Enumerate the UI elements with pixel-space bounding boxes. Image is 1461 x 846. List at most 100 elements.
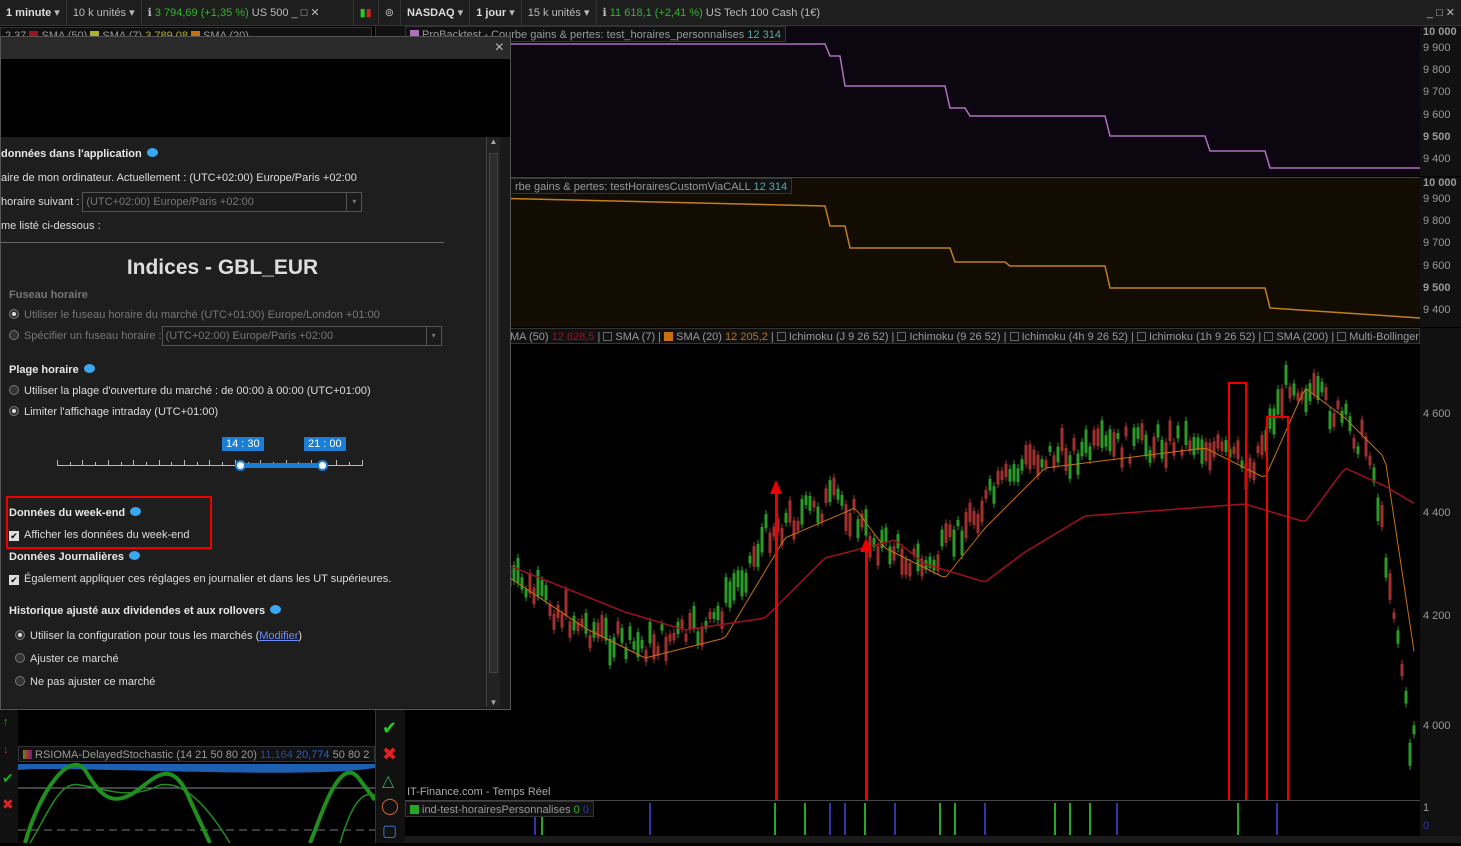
candle-body	[536, 569, 540, 597]
cross-icon[interactable]: ✖	[382, 744, 397, 765]
dialog-body: données dans l'application aire de mon o…	[1, 137, 486, 707]
candle-body	[520, 577, 524, 590]
indicator-axis: 10	[1420, 800, 1461, 836]
candle-body	[1376, 497, 1380, 521]
candle-body	[1124, 426, 1128, 437]
rectangle-icon[interactable]: ▢	[382, 821, 397, 841]
candle-body	[888, 546, 892, 565]
candle-body	[1200, 439, 1204, 464]
tz-select-2[interactable]: (UTC+02:00) Europe/Paris +02:00 ▾	[161, 326, 442, 346]
candle-body	[968, 502, 972, 523]
check-icon[interactable]: ✔	[382, 718, 397, 739]
range-start-handle[interactable]	[235, 460, 246, 471]
candle-body	[1392, 612, 1396, 619]
dialog-titlebar[interactable]: ×	[1, 37, 510, 59]
candle-body	[1160, 439, 1164, 459]
lower-indicator-strip	[405, 836, 1461, 843]
candle-body	[940, 529, 944, 547]
help-bubble-icon[interactable]	[83, 364, 95, 373]
check-icon: ✔	[2, 770, 14, 786]
candle-body	[1064, 448, 1068, 471]
candle-body	[800, 498, 804, 525]
slider-tick	[222, 462, 224, 465]
slider-tick	[209, 460, 211, 466]
computer-tz-text: aire de mon ordinateur. Actuellement : (…	[1, 172, 357, 184]
candle-body	[1008, 468, 1012, 482]
slider-tick	[158, 460, 160, 466]
radio-hist-all[interactable]: Utiliser la configuration pour tous les …	[15, 630, 302, 642]
listed-text: me listé ci-dessous :	[1, 220, 101, 232]
link-icon[interactable]: ⊚	[379, 0, 401, 26]
modify-link[interactable]: Modifier	[259, 630, 298, 642]
timeframe-select-left[interactable]: 1 minute ▾	[0, 0, 67, 26]
units-select-right[interactable]: 15 k unités ▾	[522, 0, 597, 26]
candle-body	[836, 488, 840, 500]
candle-body	[604, 617, 608, 641]
annotation-box-1	[1228, 382, 1247, 843]
candle-body	[1116, 432, 1120, 440]
candle-body	[1176, 425, 1180, 439]
candle-body	[1120, 447, 1124, 468]
ellipse-icon[interactable]: ◯	[381, 796, 399, 816]
candle-body	[904, 559, 908, 575]
candle-body	[1028, 444, 1032, 470]
candle-body	[1096, 428, 1100, 446]
candle-body	[588, 635, 592, 649]
candle-body	[1312, 372, 1316, 395]
candle-body	[628, 626, 632, 641]
candle-body	[1204, 442, 1208, 462]
window-controls-right[interactable]: _ □ ✕	[1421, 0, 1461, 26]
divider	[1, 242, 444, 243]
radio-hist-noadjust[interactable]: Ne pas ajuster ce marché	[15, 676, 155, 688]
candle-body	[1100, 420, 1104, 448]
candle-body	[832, 477, 836, 496]
units-select-left[interactable]: 10 k unités ▾	[67, 0, 142, 26]
market-select-right[interactable]: NASDAQ ▾	[401, 0, 471, 26]
equity-axis-2: 10 000 9 900 9 800 9 700 9 600 9 500 9 400	[1420, 177, 1461, 327]
candle-body	[620, 628, 624, 643]
radio-specify-tz[interactable]: Spécifier un fuseau horaire : (UTC+02:00)…	[9, 326, 442, 346]
radio-market-tz[interactable]: Utiliser le fuseau horaire du marché (UT…	[9, 309, 380, 321]
slider-tick	[171, 462, 173, 465]
candle-body	[844, 504, 848, 532]
rsioma-lines	[18, 762, 377, 844]
candle-body	[820, 513, 824, 522]
radio-hist-adjust[interactable]: Ajuster ce marché	[15, 653, 119, 665]
candle-body	[1012, 464, 1016, 482]
candle-body	[1036, 454, 1040, 477]
candle-body	[732, 573, 736, 601]
candle-body	[1132, 427, 1136, 447]
triangle-icon[interactable]: △	[382, 771, 394, 791]
slider-tick	[69, 462, 71, 465]
indicator-legend: ind-test-horairesPersonnalises 0 0	[405, 801, 594, 817]
candle-body	[1156, 424, 1160, 438]
candle-body	[808, 495, 812, 511]
equity-curve-2	[404, 195, 1421, 319]
radio-limit-intraday[interactable]: Limiter l'affichage intraday (UTC+01:00)	[9, 406, 218, 418]
help-bubble-icon[interactable]	[146, 148, 158, 157]
candle-body	[1256, 445, 1260, 454]
daily-checkbox[interactable]: ✔ Également appliquer ces réglages en jou…	[9, 573, 391, 585]
close-button[interactable]: ×	[495, 39, 504, 57]
time-range-slider[interactable]: 14 : 30 21 : 00	[57, 437, 363, 477]
slider-tick	[120, 462, 122, 465]
help-bubble-icon[interactable]	[128, 551, 140, 560]
fuseau-heading: Fuseau horaire	[9, 289, 88, 301]
candle-body	[1220, 441, 1224, 452]
candle-body	[716, 605, 720, 621]
range-end-handle[interactable]	[317, 460, 328, 471]
window-controls-left[interactable]: _ □ ✕	[292, 7, 320, 19]
candle-body	[1380, 504, 1384, 527]
candle-body	[672, 632, 676, 641]
candle-body	[564, 589, 568, 616]
dialog-scrollbar[interactable]: ▲ ▼	[486, 137, 500, 707]
candle-body	[992, 486, 996, 504]
scrollbar-thumb[interactable]	[489, 153, 498, 673]
help-bubble-icon[interactable]	[270, 605, 282, 614]
candle-body	[1368, 455, 1372, 466]
tz-select[interactable]: (UTC+02:00) Europe/Paris +02:00 ▾	[82, 192, 363, 212]
timeframe-select-right[interactable]: 1 jour ▾	[470, 0, 522, 26]
market-settings-dialog: × données dans l'application aire de mon…	[0, 36, 511, 710]
radio-open-range[interactable]: Utiliser la plage d'ouverture du marché …	[9, 385, 371, 397]
candle-icon[interactable]: ▮▮	[354, 0, 379, 26]
